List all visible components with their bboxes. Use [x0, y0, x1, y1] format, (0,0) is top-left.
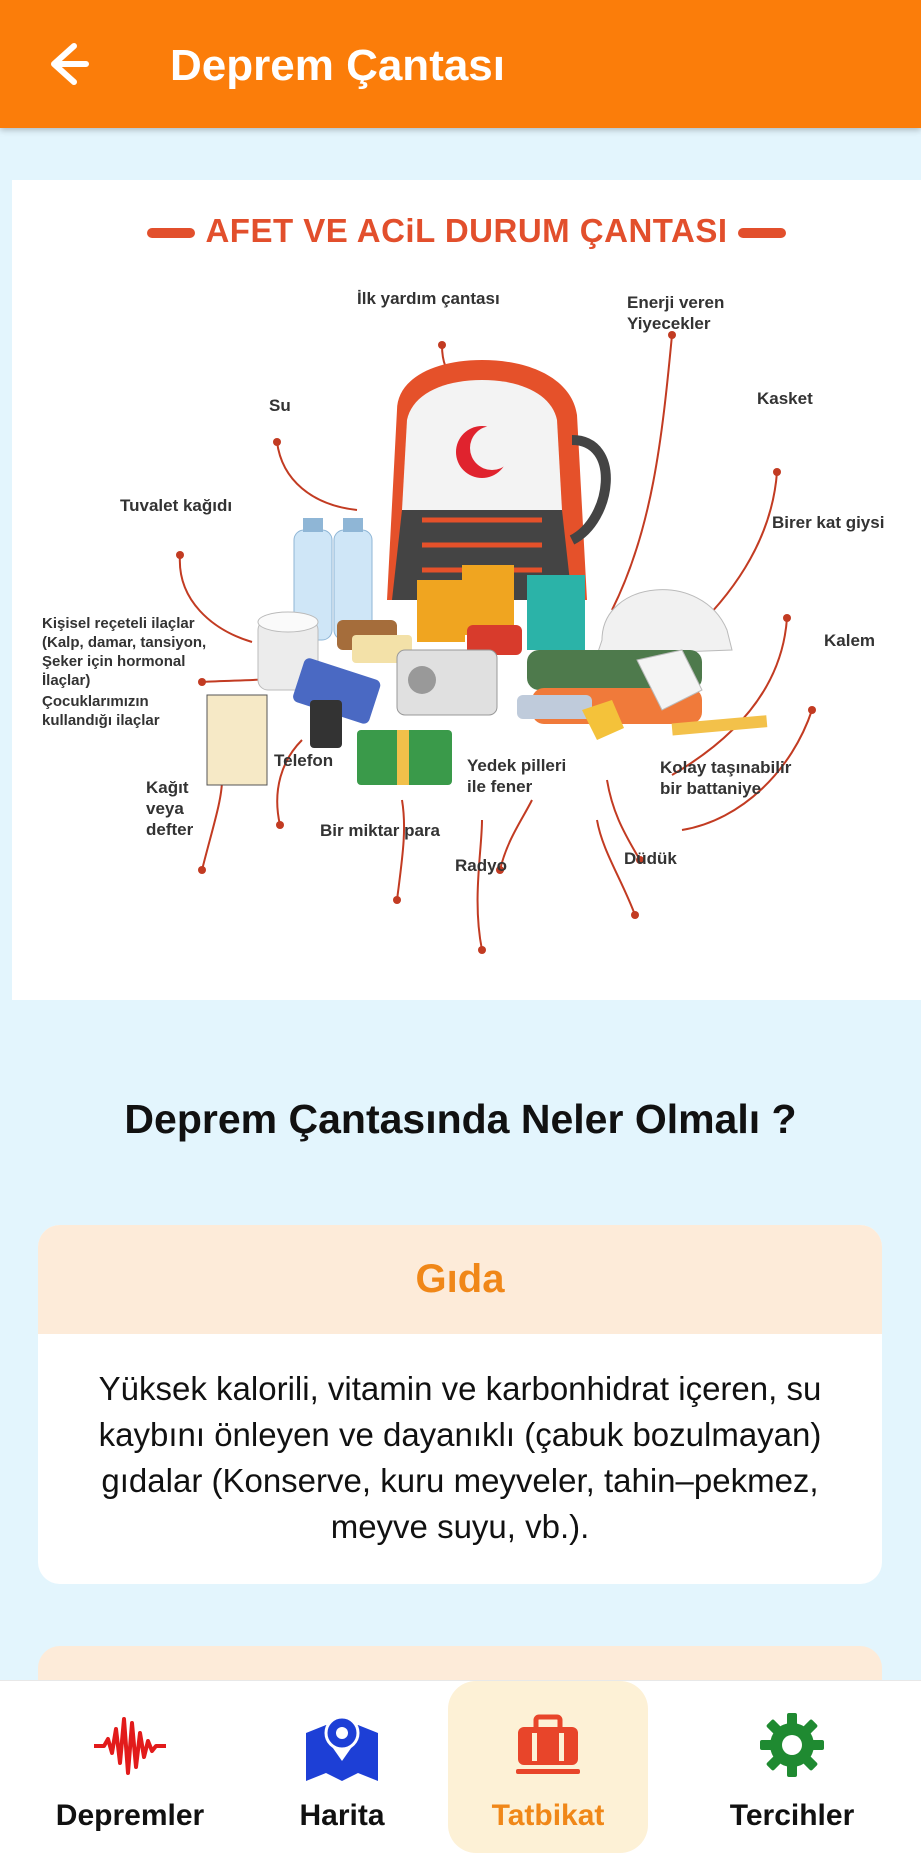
section-heading: Deprem Çantasında Neler Olmalı ?	[124, 1096, 797, 1142]
label-first-aid: İlk yardım çantası	[357, 289, 500, 308]
card-title: Gıda	[38, 1225, 882, 1334]
gear-icon	[760, 1713, 824, 1777]
bottom-navigation: Depremler Harita Tatbikat Tercihler	[0, 1680, 921, 1864]
page-title: Deprem Çantası	[170, 41, 506, 90]
label-water: Su	[269, 396, 291, 415]
card-title	[38, 1646, 882, 1680]
app-bar: Deprem Çantası	[0, 0, 921, 128]
nav-label: Tercihler	[729, 1799, 855, 1832]
label-medicine: Kişisel reçeteli ilaçlar (Kalp, damar, t…	[42, 615, 207, 689]
label-notebook: Kağıt veya defter	[146, 778, 194, 839]
label-batteries: Yedek pilleri ile fener	[467, 756, 567, 796]
map-pin-icon	[306, 1715, 378, 1781]
label-child-medicine: Çocuklarımızın kullandığı ilaçlar	[42, 693, 160, 729]
briefcase-icon	[516, 1714, 580, 1774]
arrow-left-icon	[51, 43, 89, 85]
nav-label: Depremler	[55, 1799, 205, 1832]
nav-label: Harita	[299, 1799, 385, 1832]
label-cap: Kasket	[757, 389, 813, 408]
back-button[interactable]	[38, 34, 98, 94]
emergency-bag-infographic: AFET VE ACiL DURUM ÇANTASI İlk yardım ça…	[12, 180, 921, 1000]
info-card-next	[38, 1646, 882, 1680]
nav-harita[interactable]: Harita	[242, 1681, 442, 1864]
nav-depremler[interactable]: Depremler	[30, 1681, 230, 1864]
label-phone: Telefon	[274, 751, 334, 770]
nav-tercihler[interactable]: Tercihler	[692, 1681, 892, 1864]
label-energy-food: Enerji veren Yiyecekler	[627, 293, 725, 333]
label-blanket: Kolay taşınabilir bir battaniye	[660, 758, 792, 798]
nav-label: Tatbikat	[491, 1799, 605, 1832]
label-toilet-paper: Tuvalet kağıdı	[120, 496, 233, 515]
label-clothes: Birer kat giysi	[772, 513, 885, 532]
label-pen: Kalem	[824, 631, 876, 650]
info-card: Gıda Yüksek kalorili, vitamin ve karbonh…	[38, 1225, 882, 1584]
nav-tatbikat[interactable]: Tatbikat	[448, 1681, 648, 1864]
label-whistle: Düdük	[624, 849, 677, 868]
label-radio: Radyo	[455, 856, 507, 875]
content-scroll[interactable]: AFET VE ACiL DURUM ÇANTASI İlk yardım ça…	[0, 128, 921, 1680]
card-body: Yüksek kalorili, vitamin ve karbonhidrat…	[98, 1370, 822, 1545]
label-money: Bir miktar para	[320, 821, 440, 840]
seismograph-icon	[94, 1717, 166, 1775]
